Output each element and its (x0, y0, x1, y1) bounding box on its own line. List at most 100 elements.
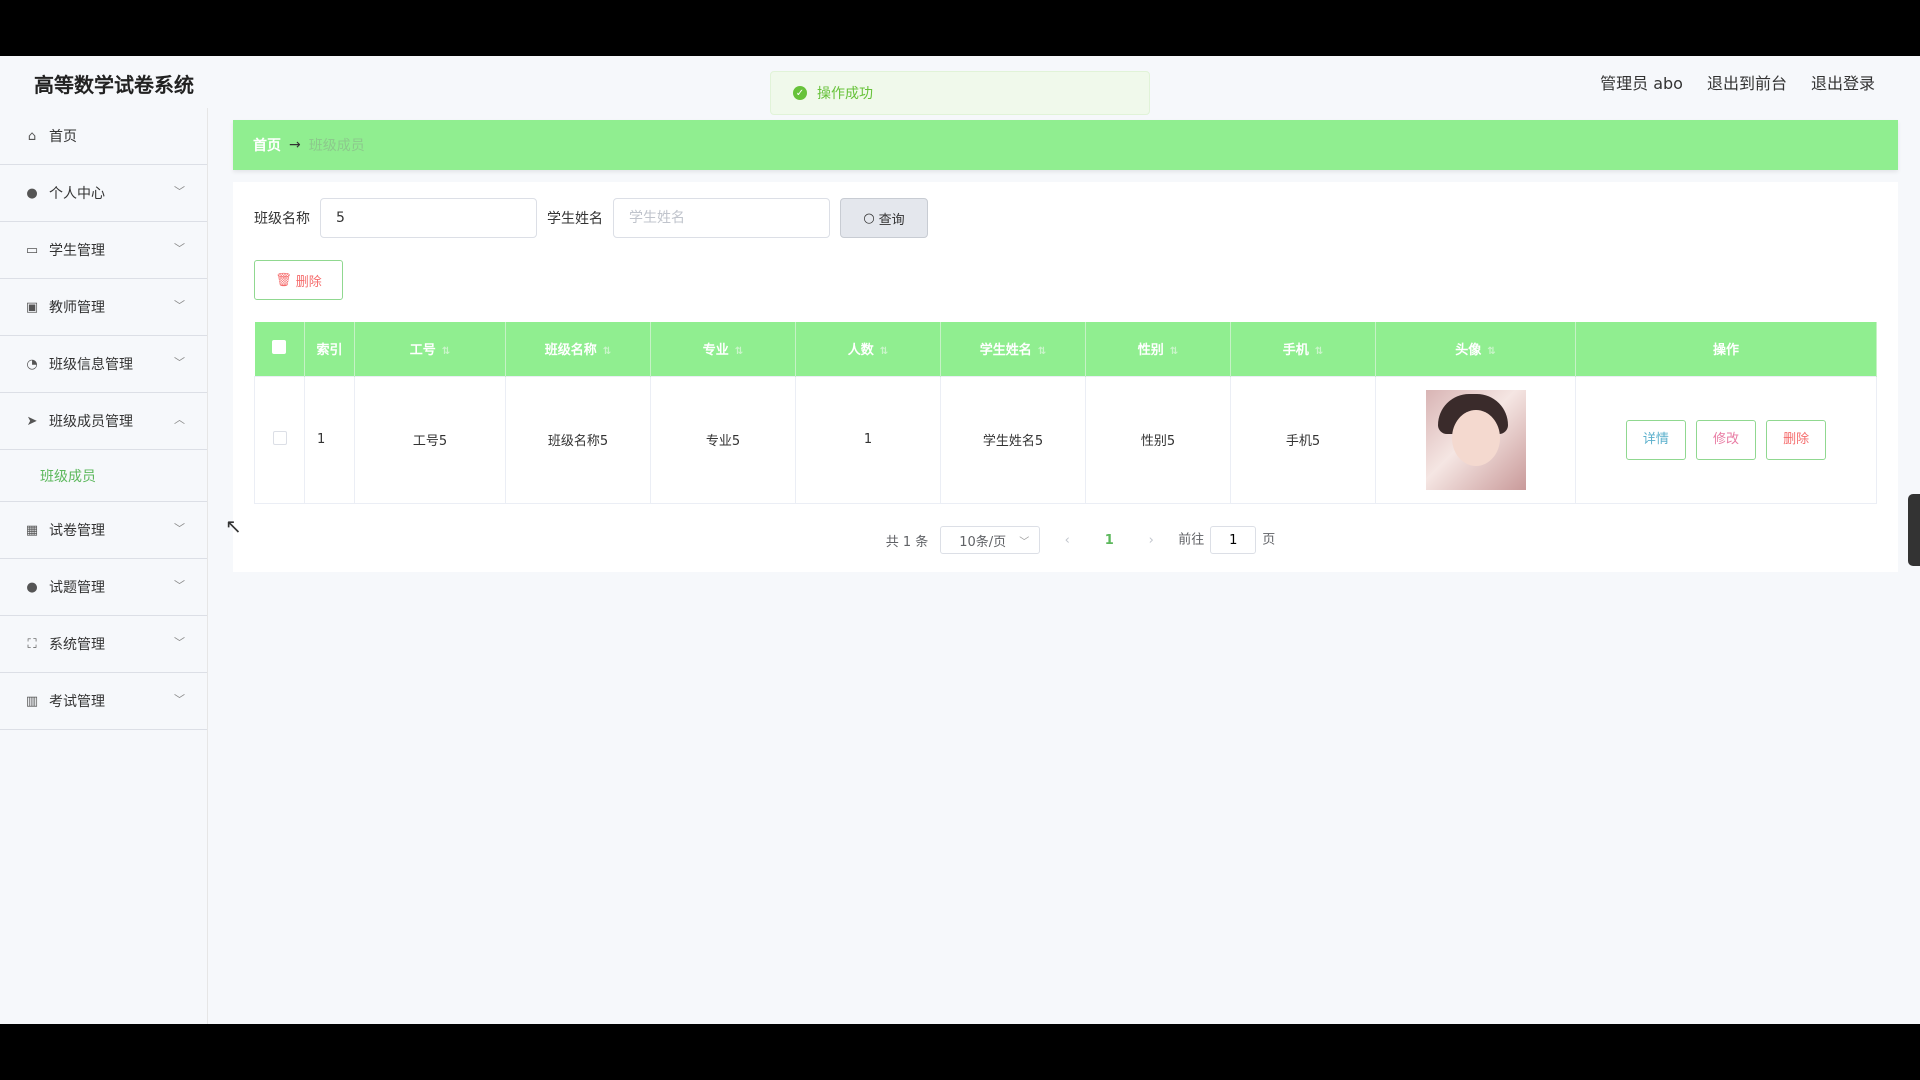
content-panel: 班级名称 学生姓名 ○ 查询 🗑 删除 索引 工号 ⇅ (233, 182, 1898, 572)
goto-label: 前往 (1178, 532, 1205, 548)
bar-chart-icon: ▥ (25, 693, 39, 709)
toast-message: 操作成功 (817, 86, 873, 102)
mouse-cursor-icon: ↖ (225, 514, 242, 538)
sidebar-item-class-info-management[interactable]: ◔ 班级信息管理 ﹀ (0, 336, 207, 393)
cell-major: 专业5 (650, 375, 796, 504)
exit-to-front-link[interactable]: 退出到前台 (1707, 70, 1787, 94)
sort-icon[interactable]: ⇅ (1487, 346, 1495, 357)
chevron-down-icon: ﹀ (174, 522, 185, 535)
column-header-label: 学生姓名 (979, 343, 1032, 359)
sort-icon[interactable]: ⇅ (735, 346, 743, 357)
avatar-face (1451, 409, 1500, 466)
cell-gender: 性别5 (1085, 375, 1231, 504)
column-header-label: 头像 (1455, 343, 1482, 359)
sidebar-item-label: 试题管理 (49, 580, 105, 596)
cell-student-name: 学生姓名5 (940, 375, 1086, 504)
cell-phone: 手机5 (1230, 375, 1376, 504)
user-icon: ● (26, 579, 38, 595)
sidebar-item-label: 考试管理 (49, 694, 105, 710)
sort-icon[interactable]: ⇅ (880, 346, 888, 357)
query-button[interactable]: ○ 查询 (840, 198, 928, 238)
batch-delete-button[interactable]: 🗑 删除 (254, 260, 343, 300)
trash-icon: 🗑 (275, 272, 292, 288)
column-header-student-name[interactable]: 学生姓名 ⇅ (940, 322, 1086, 376)
sidebar-item-label: 班级信息管理 (49, 357, 133, 373)
class-name-label: 班级名称 (254, 211, 310, 227)
sidebar-item-question-management[interactable]: ● 试题管理 ﹀ (0, 559, 207, 616)
pagination: 共 1 条 10条/页 ﹀ ‹ 1 › 前往 页 (233, 526, 1898, 554)
chevron-down-icon: ﹀ (174, 299, 185, 312)
row-delete-button[interactable]: 删除 (1766, 419, 1827, 460)
column-header-class-name[interactable]: 班级名称 ⇅ (505, 322, 651, 376)
page-number-current[interactable]: 1 (1094, 533, 1124, 548)
sidebar-item-teacher-management[interactable]: ▣ 教师管理 ﹀ (0, 279, 207, 336)
chevron-down-icon: ﹀ (174, 636, 185, 649)
column-header-avatar[interactable]: 头像 ⇅ (1375, 322, 1576, 376)
goto-page-input[interactable] (1210, 526, 1257, 554)
clipboard-icon: ▣ (25, 299, 39, 315)
class-name-input[interactable] (320, 198, 537, 238)
row-select-cell (254, 375, 305, 504)
student-name-label: 学生姓名 (547, 211, 603, 227)
chevron-down-icon: ﹀ (174, 356, 185, 369)
sort-icon[interactable]: ⇅ (442, 346, 450, 357)
sidebar-item-exam-paper-management[interactable]: ▦ 试卷管理 ﹀ (0, 502, 207, 559)
page-size-value: 10条/页 (959, 534, 1007, 550)
header-links: 管理员 abo 退出到前台 退出登录 (1600, 70, 1875, 94)
sort-icon[interactable]: ⇅ (603, 346, 611, 357)
select-all-checkbox[interactable] (272, 339, 287, 354)
id-card-icon: ▭ (25, 242, 39, 258)
student-name-input[interactable] (613, 198, 830, 238)
column-header-label: 班级名称 (544, 343, 597, 359)
sidebar-item-label: 试卷管理 (49, 523, 105, 539)
chevron-down-icon: ﹀ (174, 579, 185, 592)
sidebar-item-home[interactable]: ⌂ 首页 (0, 108, 207, 165)
sidebar: ⌂ 首页 ● 个人中心 ﹀ ▭ 学生管理 ﹀ ▣ 教师管理 ﹀ ◔ 班级信息管理… (0, 108, 208, 1024)
column-header-label: 工号 (409, 343, 436, 359)
select-all-header[interactable] (254, 322, 305, 376)
goto-page: 前往 页 (1178, 526, 1275, 554)
avatar[interactable] (1425, 389, 1526, 490)
sort-icon[interactable]: ⇅ (1315, 346, 1323, 357)
column-header-gender[interactable]: 性别 ⇅ (1085, 322, 1231, 376)
chevron-down-icon: ﹀ (174, 185, 185, 198)
edit-button[interactable]: 修改 (1696, 419, 1756, 460)
sort-icon[interactable]: ⇅ (1038, 346, 1046, 357)
search-icon: ○ (863, 210, 875, 226)
column-header-phone[interactable]: 手机 ⇅ (1230, 322, 1376, 376)
sidebar-item-student-management[interactable]: ▭ 学生管理 ﹀ (0, 222, 207, 279)
sidebar-item-label: 系统管理 (49, 637, 105, 653)
breadcrumb-home[interactable]: 首页 (253, 135, 281, 155)
scroll-handle[interactable] (1908, 494, 1920, 566)
sidebar-item-exam-management[interactable]: ▥ 考试管理 ﹀ (0, 673, 207, 730)
prev-page-icon[interactable]: ‹ (1052, 533, 1082, 548)
send-icon: ➤ (26, 413, 38, 429)
column-header-label: 专业 (702, 343, 729, 359)
success-toast: ✓ 操作成功 (770, 71, 1150, 115)
chevron-down-icon: ﹀ (1019, 536, 1030, 548)
sidebar-item-personal-center[interactable]: ● 个人中心 ﹀ (0, 165, 207, 222)
check-circle-icon: ✓ (793, 86, 807, 100)
column-header-count[interactable]: 人数 ⇅ (795, 322, 941, 376)
column-header-major[interactable]: 专业 ⇅ (650, 322, 796, 376)
chevron-down-icon: ﹀ (174, 242, 185, 255)
delete-button-label: 删除 (295, 274, 322, 290)
admin-user-link[interactable]: 管理员 abo (1600, 70, 1683, 94)
sidebar-item-class-member-management[interactable]: ➤ 班级成员管理 ︿ (0, 393, 207, 450)
column-header-job-no[interactable]: 工号 ⇅ (354, 322, 506, 376)
sidebar-item-system-management[interactable]: ⛶ 系统管理 ﹀ (0, 616, 207, 673)
detail-button[interactable]: 详情 (1625, 419, 1686, 460)
page-size-select[interactable]: 10条/页 ﹀ (940, 526, 1041, 554)
table-row: 1 工号5 班级名称5 专业5 1 学生姓名5 性别5 手机5 详情 修改 删除 (254, 375, 1877, 504)
logout-link[interactable]: 退出登录 (1811, 70, 1875, 94)
class-members-table: 索引 工号 ⇅ 班级名称 ⇅ 专业 ⇅ 人数 ⇅ 学生姓名 ⇅ 性别 ⇅ 手机 ⇅ 头像 ⇅ 操… (254, 322, 1877, 504)
cell-actions: 详情 修改 删除 (1575, 375, 1877, 504)
next-page-icon[interactable]: › (1136, 533, 1166, 548)
table-header-row: 索引 工号 ⇅ 班级名称 ⇅ 专业 ⇅ 人数 ⇅ 学生姓名 ⇅ 性别 ⇅ 手机 ⇅ 头像 ⇅ 操… (254, 322, 1877, 376)
sort-icon[interactable]: ⇅ (1170, 346, 1178, 357)
sidebar-item-label: 教师管理 (49, 300, 105, 316)
cell-index: 1 (304, 375, 355, 504)
sidebar-subitem-class-members[interactable]: 班级成员 (0, 450, 207, 502)
page-suffix: 页 (1262, 532, 1276, 548)
row-checkbox[interactable] (272, 430, 287, 445)
